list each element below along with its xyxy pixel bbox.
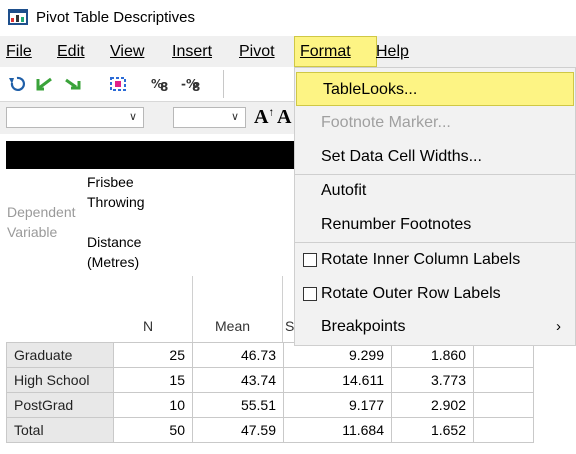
cell-mean[interactable]: 47.59 [192, 417, 284, 443]
cell-sd[interactable]: 14.611 [283, 367, 392, 393]
table-row: Graduate 25 46.73 9.299 1.860 [6, 342, 534, 368]
cell-n[interactable]: 25 [113, 342, 193, 368]
cell-sd[interactable]: 11.684 [283, 417, 392, 443]
menu-bar: File Edit View Insert Pivot Format Help [0, 36, 576, 67]
cell-se[interactable]: 1.860 [391, 342, 474, 368]
toolbar-separator [223, 70, 224, 98]
cell-se[interactable]: 1.652 [391, 417, 474, 443]
table-row: Total 50 47.59 11.684 1.652 [6, 417, 534, 443]
cell-n[interactable]: 50 [113, 417, 193, 443]
menu-item-renumber-footnotes[interactable]: Renumber Footnotes [295, 208, 575, 242]
checkbox-icon[interactable] [303, 287, 317, 301]
column-header-sd: S [285, 318, 295, 334]
cell-empty[interactable] [473, 342, 534, 368]
variable-name-label-cont: Distance (Metres) [87, 234, 142, 270]
chevron-down-icon: ∨ [230, 111, 239, 123]
menu-format[interactable]: Format [294, 36, 377, 67]
cell-sd[interactable]: 9.177 [283, 392, 392, 418]
format-menu: TableLooks... Footnote Marker... Set Dat… [294, 67, 576, 346]
menu-item-rotate-inner-column-labels[interactable]: Rotate Inner Column Labels [295, 243, 575, 277]
cell-mean[interactable]: 55.51 [192, 392, 284, 418]
menu-item-set-data-cell-widths[interactable]: Set Data Cell Widths... [295, 140, 575, 174]
variable-name-label: Frisbee Throwing [87, 174, 145, 210]
menu-item-rotate-outer-row-labels[interactable]: Rotate Outer Row Labels [295, 277, 575, 311]
column-header-n: N [143, 318, 154, 334]
transpose-icon[interactable] [108, 75, 128, 93]
cell-empty[interactable] [473, 417, 534, 443]
menu-view[interactable]: View [110, 36, 144, 67]
pivot-table: Graduate 25 46.73 9.299 1.860 High Schoo… [6, 342, 534, 443]
menu-item-autofit[interactable]: Autofit [295, 174, 575, 208]
cell-sd[interactable]: 9.299 [283, 342, 392, 368]
undo-icon[interactable] [7, 75, 27, 93]
cell-n[interactable]: 15 [113, 367, 193, 393]
menu-file[interactable]: File [6, 36, 32, 67]
font-size-combo[interactable]: ∨ [173, 107, 246, 128]
menu-item-breakpoints[interactable]: Breakpoints › [295, 310, 575, 344]
chevron-down-icon: ∨ [128, 111, 137, 123]
cell-empty[interactable] [473, 392, 534, 418]
cell-se[interactable]: 3.773 [391, 367, 474, 393]
cell-mean[interactable]: 43.74 [192, 367, 284, 393]
pivot-title-bar [6, 141, 296, 169]
chevron-right-icon: › [556, 318, 561, 335]
window-title: Pivot Table Descriptives [36, 9, 195, 26]
menu-item-tablelooks[interactable]: TableLooks... [296, 72, 574, 106]
menu-edit[interactable]: Edit [57, 36, 85, 67]
table-row: High School 15 43.74 14.611 3.773 [6, 367, 534, 393]
menu-insert[interactable]: Insert [172, 36, 212, 67]
font-family-combo[interactable]: ∨ [6, 107, 144, 128]
app-icon [8, 9, 28, 25]
cell-empty[interactable] [473, 367, 534, 393]
column-divider [282, 276, 283, 342]
font-increase-icon[interactable]: A↑ A [254, 106, 291, 129]
table-row: PostGrad 10 55.51 9.177 2.902 [6, 392, 534, 418]
row-label[interactable]: PostGrad [6, 392, 114, 418]
row-label[interactable]: Total [6, 417, 114, 443]
back-arrow-icon[interactable] [35, 75, 55, 93]
svg-text:8: 8 [160, 80, 168, 93]
column-header-mean: Mean [215, 318, 251, 334]
row-label[interactable]: Graduate [6, 342, 114, 368]
dependent-variable-label: Dependent Variable [7, 204, 76, 240]
forward-arrow-icon[interactable] [63, 75, 83, 93]
column-divider [192, 276, 193, 342]
svg-text:8: 8 [192, 80, 200, 93]
menu-help[interactable]: Help [376, 36, 409, 67]
pivot-rows-icon[interactable]: % 8 [150, 75, 170, 93]
cell-mean[interactable]: 46.73 [192, 342, 284, 368]
menu-item-footnote-marker: Footnote Marker... [321, 114, 451, 131]
row-label[interactable]: High School [6, 367, 114, 393]
checkbox-icon[interactable] [303, 253, 317, 267]
title-bar: Pivot Table Descriptives [0, 0, 576, 36]
pivot-cols-icon[interactable]: - % 8 [180, 75, 200, 93]
cell-n[interactable]: 10 [113, 392, 193, 418]
menu-pivot[interactable]: Pivot [239, 36, 275, 67]
cell-se[interactable]: 2.902 [391, 392, 474, 418]
